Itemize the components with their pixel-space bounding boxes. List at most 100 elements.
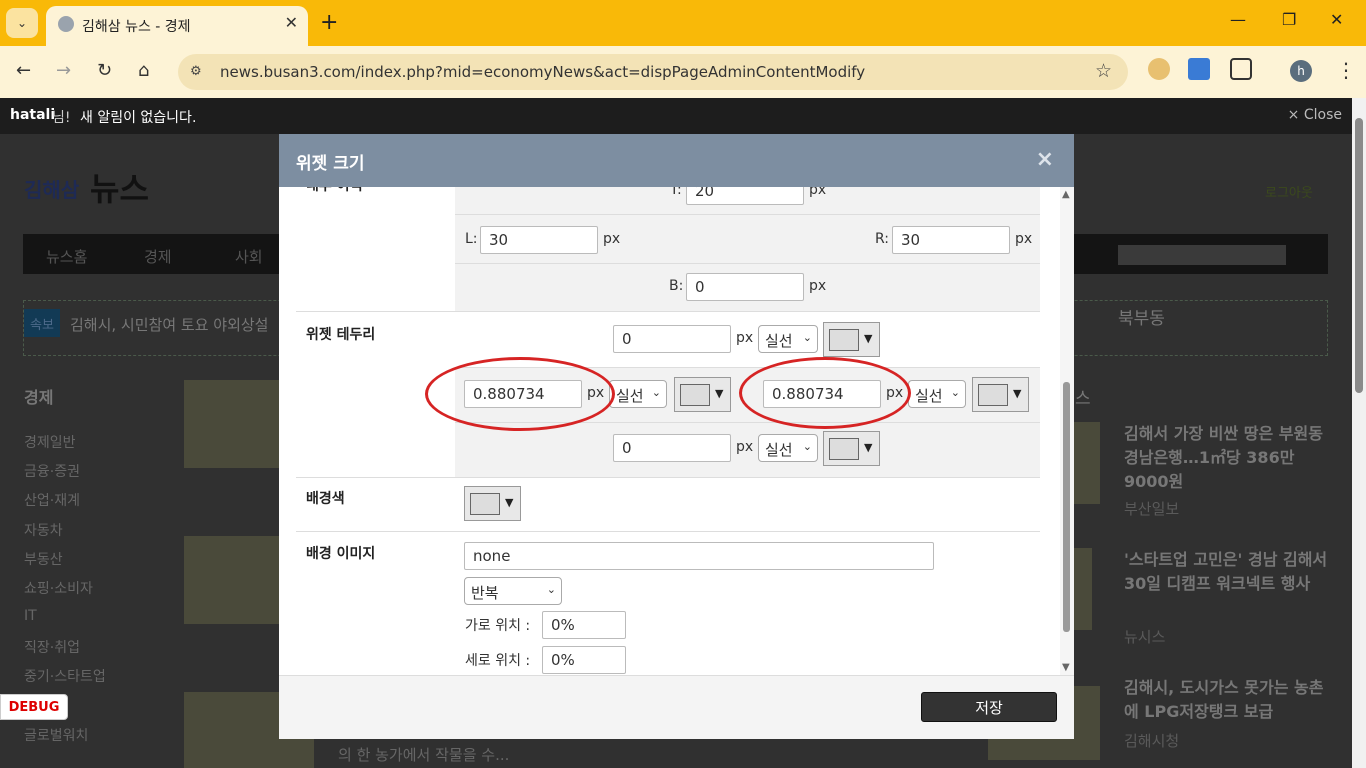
page-scrollbar[interactable] <box>1352 98 1366 768</box>
bg-repeat-select[interactable]: 반복 ⌄ <box>464 577 562 605</box>
sidebar-item[interactable]: 금융·증권 <box>24 461 80 481</box>
breaking-text[interactable]: 김해시, 시민참여 토요 야외상설 <box>70 314 268 335</box>
border-top-color-picker[interactable]: ▼ <box>823 322 880 357</box>
news-thumbnail[interactable] <box>1070 422 1100 504</box>
news-source: 뉴시스 <box>1124 628 1166 646</box>
border-left-color-picker[interactable]: ▼ <box>674 377 731 412</box>
sidebar-item[interactable]: 산업·재계 <box>24 490 80 510</box>
bg-image-input[interactable] <box>464 542 934 570</box>
notification-bar: hatali 님! 새 알림이 없습니다. × Close <box>0 98 1352 134</box>
home-icon[interactable]: ⌂ <box>138 60 149 81</box>
window-close-icon[interactable]: ✕ <box>1330 10 1343 29</box>
px-unit: px <box>809 187 827 198</box>
padding-right-input[interactable] <box>892 226 1010 254</box>
modal-scrollbar[interactable]: ▲ ▼ <box>1060 187 1074 675</box>
select-value: 실선 <box>915 387 943 405</box>
chevron-down-icon: ⌄ <box>546 583 556 596</box>
notification-message: 새 알림이 없습니다. <box>80 110 197 126</box>
profile-avatar[interactable]: h <box>1290 60 1312 82</box>
restore-icon[interactable]: ❐ <box>1282 10 1296 29</box>
padding-left-input[interactable] <box>480 226 598 254</box>
padding-right-label: R: <box>875 231 890 247</box>
browser-menu-icon[interactable]: ⋮ <box>1336 58 1356 82</box>
extension-owl-icon[interactable] <box>1148 58 1170 80</box>
news-title[interactable]: '스타트업 고민은' 경남 김해서 30일 디캠프 워크넥트 행사 <box>1124 548 1329 596</box>
px-unit: px <box>736 330 754 346</box>
border-left-style-select[interactable]: 실선 ⌄ <box>609 380 667 408</box>
h-position-input[interactable] <box>542 611 626 639</box>
modal-header: 위젯 크기 × <box>279 134 1074 187</box>
border-right-color-picker[interactable]: ▼ <box>972 377 1029 412</box>
h-position-label: 가로 위치 : <box>465 618 531 634</box>
browser-tab[interactable]: 김해삼 뉴스 - 경제 ✕ <box>46 6 308 46</box>
nav-item[interactable]: 사회 <box>235 246 263 267</box>
border-bottom-width-input[interactable] <box>613 434 731 462</box>
bookmark-star-icon[interactable]: ☆ <box>1095 60 1112 82</box>
page-scrollbar-thumb[interactable] <box>1355 118 1363 393</box>
reload-icon[interactable]: ↻ <box>97 60 112 81</box>
news-source: 김해시청 <box>1124 732 1180 750</box>
notification-close-button[interactable]: × Close <box>1288 107 1342 123</box>
modal-close-icon[interactable]: × <box>1036 147 1054 172</box>
debug-button[interactable]: DEBUG <box>0 694 68 720</box>
modal-title: 위젯 크기 <box>296 154 365 174</box>
padding-top-label: T: <box>670 187 682 198</box>
news-thumbnail[interactable] <box>184 536 284 624</box>
sidebar-item[interactable]: 자동차 <box>24 520 63 540</box>
padding-bottom-input[interactable] <box>686 273 804 301</box>
close-tab-icon[interactable]: ✕ <box>285 13 298 32</box>
padding-top-input[interactable] <box>686 187 804 205</box>
divider <box>296 531 1040 532</box>
border-top-width-input[interactable] <box>613 325 731 353</box>
sidebar-title: 경제 <box>24 388 54 407</box>
modal-scrollbar-thumb[interactable] <box>1063 382 1070 632</box>
border-top-style-select[interactable]: 실선 ⌄ <box>758 325 818 353</box>
sidebar-item[interactable]: 부동산 <box>24 549 63 569</box>
sidebar-item[interactable]: 경제일반 <box>24 432 76 452</box>
save-button[interactable]: 저장 <box>921 692 1057 722</box>
chevron-down-icon: ⌄ <box>651 386 661 399</box>
px-unit: px <box>736 439 754 455</box>
forward-icon[interactable]: → <box>56 60 71 81</box>
sidebar-item[interactable]: 직장·취업 <box>24 637 80 657</box>
back-icon[interactable]: ← <box>16 60 31 81</box>
sidebar-item[interactable]: IT <box>24 608 37 624</box>
download-icon[interactable] <box>1188 58 1210 80</box>
breaking-tag: 속보 <box>24 309 60 337</box>
dropdown-arrow-icon: ▼ <box>1013 387 1022 400</box>
sidebar-item[interactable]: 중기·스타트업 <box>24 666 106 686</box>
scroll-up-icon[interactable]: ▲ <box>1062 189 1070 200</box>
empty-color-swatch-icon <box>829 438 859 460</box>
nav-item[interactable]: 뉴스홈 <box>46 246 87 267</box>
site-search-input[interactable] <box>1118 245 1286 265</box>
bg-color-picker[interactable]: ▼ <box>464 486 521 521</box>
sidebar-item[interactable]: 글로벌워치 <box>24 725 88 745</box>
highlight-ring <box>425 357 615 431</box>
scroll-down-icon[interactable]: ▼ <box>1062 662 1070 673</box>
news-title[interactable]: 김해서 가장 비싼 땅은 부원동 경남은행…1㎡당 386만 9000원 <box>1124 422 1329 494</box>
address-bar[interactable]: ⚙ news.busan3.com/index.php?mid=economyN… <box>178 54 1128 90</box>
right-section-title: 스 <box>1075 389 1091 409</box>
empty-color-swatch-icon <box>680 384 710 406</box>
nav-item[interactable]: 경제 <box>144 246 172 267</box>
sidebar-item[interactable]: 쇼핑·소비자 <box>24 578 93 598</box>
px-unit: px <box>809 278 827 294</box>
px-unit: px <box>1015 231 1033 247</box>
url-text[interactable]: news.busan3.com/index.php?mid=economyNew… <box>220 63 865 81</box>
tab-search-button[interactable]: ⌄ <box>6 8 38 38</box>
bg-image-label: 배경 이미지 <box>306 546 376 562</box>
border-bottom-style-select[interactable]: 실선 ⌄ <box>758 434 818 462</box>
site-info-icon[interactable]: ⚙ <box>190 64 206 80</box>
user-suffix: 님! <box>52 110 71 126</box>
v-position-input[interactable] <box>542 646 626 674</box>
news-source: 부산일보 <box>1124 500 1180 518</box>
news-title[interactable]: 김해시, 도시가스 못가는 농촌에 LPG저장탱크 보급 <box>1124 676 1329 724</box>
news-thumbnail[interactable] <box>184 380 284 468</box>
border-bottom-color-picker[interactable]: ▼ <box>823 431 880 466</box>
logout-link[interactable]: 로그아웃 <box>1265 182 1313 201</box>
minimize-icon[interactable]: — <box>1230 10 1246 29</box>
border-right-style-select[interactable]: 실선 ⌄ <box>908 380 966 408</box>
divider <box>455 263 1040 264</box>
extensions-puzzle-icon[interactable] <box>1230 58 1252 80</box>
new-tab-button[interactable]: + <box>320 10 338 35</box>
